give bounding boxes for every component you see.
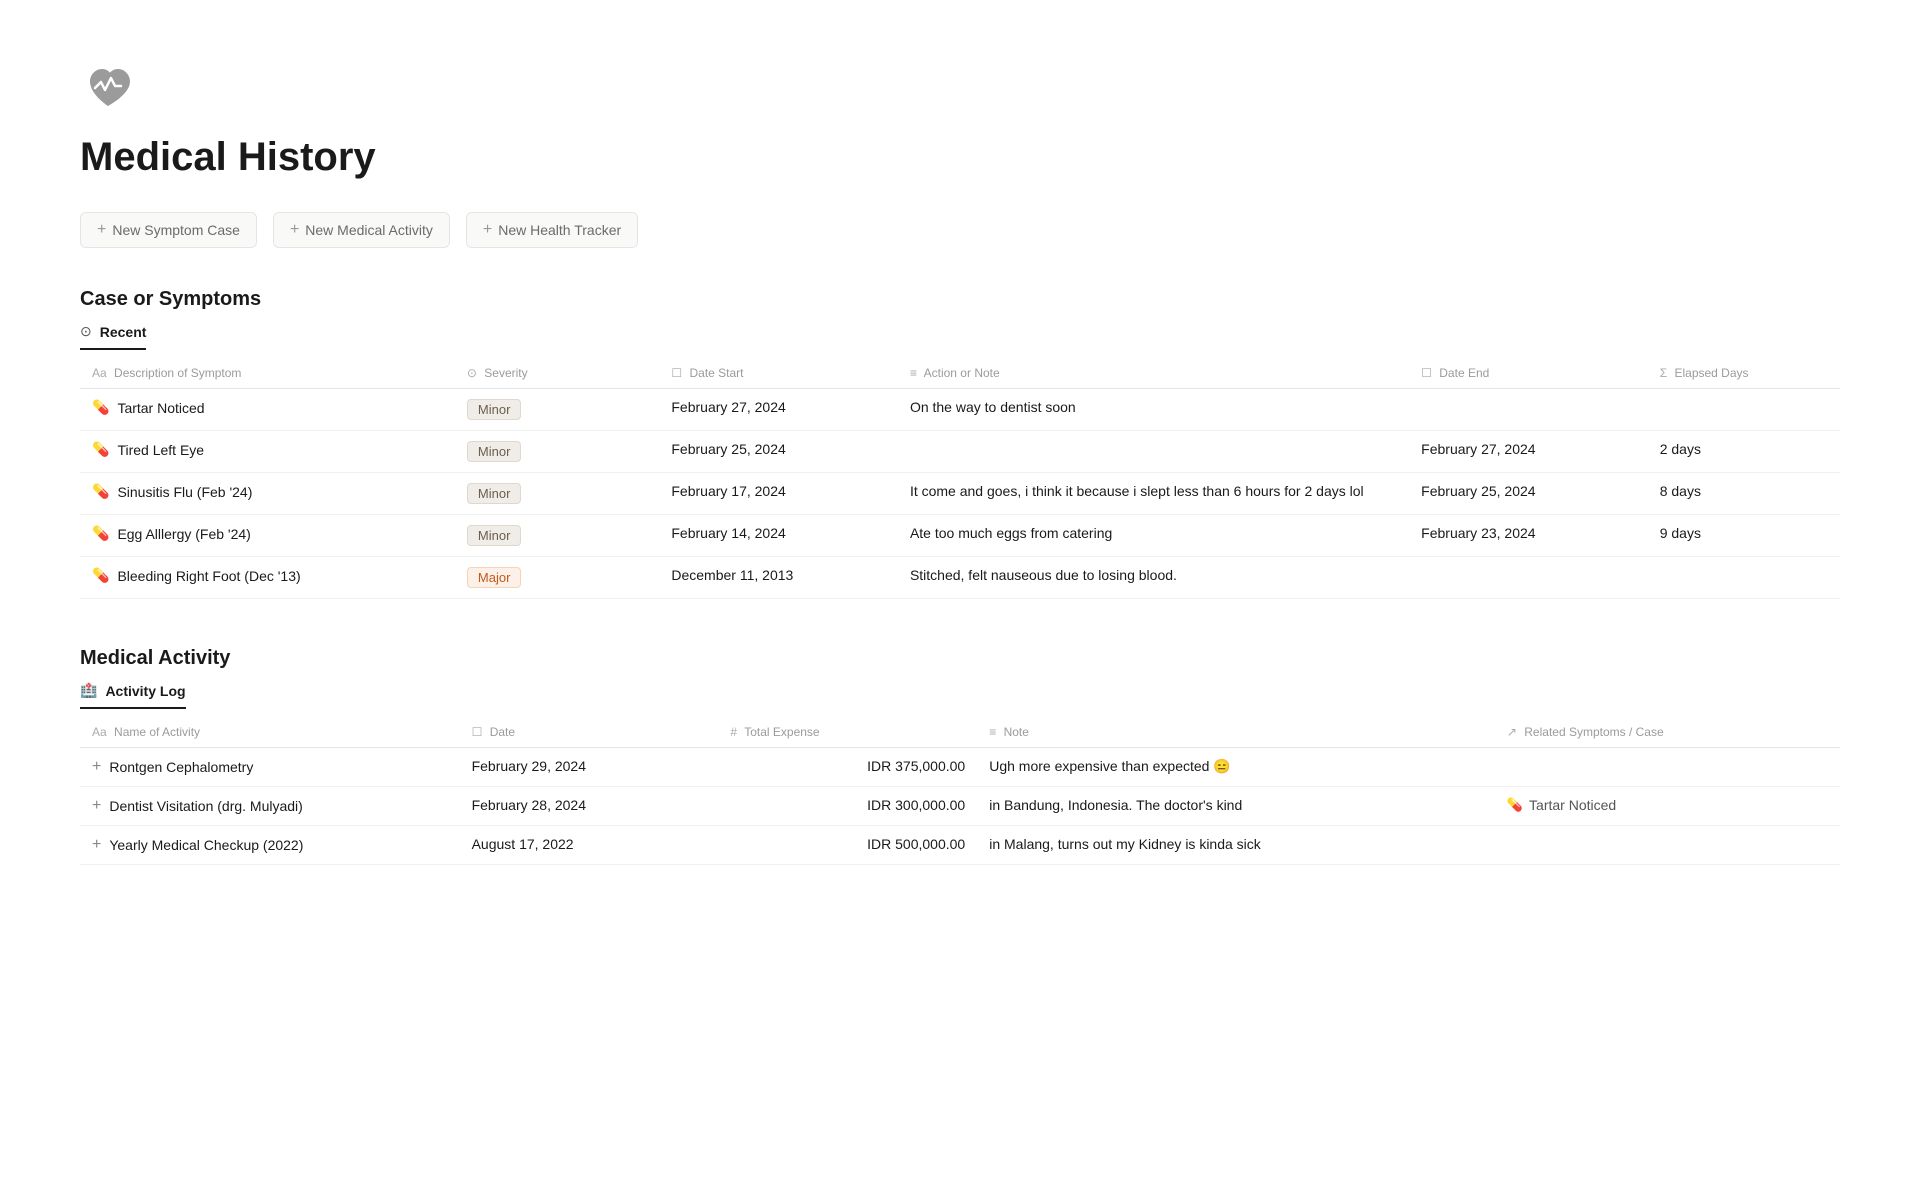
- bag-icon: 🏥: [80, 682, 97, 699]
- col-header-note: ≡ Note: [977, 717, 1495, 748]
- new-medical-activity-button[interactable]: + New Medical Activity: [273, 212, 450, 248]
- activity-related-cell: 💊 Tartar Noticed: [1495, 787, 1840, 826]
- activity-tab-log[interactable]: 🏥 Activity Log: [80, 682, 186, 709]
- plus-icon: +: [97, 221, 106, 239]
- activity-table-row[interactable]: + Dentist Visitation (drg. Mulyadi) Febr…: [80, 787, 1840, 826]
- activity-name: Yearly Medical Checkup (2022): [109, 837, 303, 853]
- activity-expense-cell: IDR 500,000.00: [718, 826, 977, 865]
- activity-table-row[interactable]: + Rontgen Cephalometry February 29, 2024…: [80, 748, 1840, 787]
- date-start-cell: February 25, 2024: [659, 431, 898, 473]
- elapsed-days-cell: 2 days: [1648, 431, 1840, 473]
- elapsed-days-cell: 9 days: [1648, 515, 1840, 557]
- symptoms-tab-label: Recent: [100, 324, 147, 340]
- date-end-cell: [1409, 389, 1648, 431]
- new-medical-activity-label: New Medical Activity: [305, 222, 433, 238]
- symptoms-section: Case or Symptoms ⊙ Recent Aa Description…: [80, 288, 1840, 599]
- severity-badge: Minor: [467, 399, 522, 420]
- col-header-action: ≡ Action or Note: [898, 358, 1409, 389]
- action-note-cell: It come and goes, i think it because i s…: [898, 473, 1409, 515]
- date-start-cell: February 14, 2024: [659, 515, 898, 557]
- actions-row: + New Symptom Case + New Medical Activit…: [80, 212, 1840, 248]
- activity-note-cell: in Malang, turns out my Kidney is kinda …: [977, 826, 1495, 865]
- header-icon: [80, 60, 1840, 135]
- page-title: Medical History: [80, 135, 1840, 180]
- date-end-cell: February 23, 2024: [1409, 515, 1648, 557]
- activity-name: Dentist Visitation (drg. Mulyadi): [109, 798, 302, 814]
- new-symptom-case-button[interactable]: + New Symptom Case: [80, 212, 257, 248]
- plus-icon: +: [290, 221, 299, 239]
- col-header-related: ↗ Related Symptoms / Case: [1495, 717, 1840, 748]
- activity-table: Aa Name of Activity ☐ Date # Total Expen…: [80, 717, 1840, 865]
- date-start-cell: December 11, 2013: [659, 557, 898, 599]
- col-header-datestart: ☐ Date Start: [659, 358, 898, 389]
- symptoms-table-row[interactable]: 💊 Bleeding Right Foot (Dec '13) Major De…: [80, 557, 1840, 599]
- symptoms-table-row[interactable]: 💊 Sinusitis Flu (Feb '24) Minor February…: [80, 473, 1840, 515]
- related-case-name: Tartar Noticed: [1529, 797, 1616, 813]
- action-note-cell: Ate too much eggs from catering: [898, 515, 1409, 557]
- symptom-icon: 💊: [92, 525, 109, 542]
- new-health-tracker-button[interactable]: + New Health Tracker: [466, 212, 638, 248]
- related-case-icon: 💊: [1507, 797, 1523, 813]
- activity-table-row[interactable]: + Yearly Medical Checkup (2022) August 1…: [80, 826, 1840, 865]
- date-start-cell: February 27, 2024: [659, 389, 898, 431]
- elapsed-days-cell: [1648, 389, 1840, 431]
- col-header-date: ☐ Date: [460, 717, 719, 748]
- elapsed-days-cell: [1648, 557, 1840, 599]
- elapsed-days-cell: 8 days: [1648, 473, 1840, 515]
- activity-section: Medical Activity 🏥 Activity Log Aa Name …: [80, 647, 1840, 865]
- clock-icon: ⊙: [80, 323, 92, 340]
- symptom-description: Tartar Noticed: [117, 400, 204, 416]
- activity-note-cell: Ugh more expensive than expected 😑: [977, 748, 1495, 787]
- action-note-cell: Stitched, felt nauseous due to losing bl…: [898, 557, 1409, 599]
- severity-badge: Minor: [467, 441, 522, 462]
- activity-icon: +: [92, 797, 101, 815]
- col-header-severity: ⊙ Severity: [455, 358, 659, 389]
- activity-icon: +: [92, 836, 101, 854]
- activity-section-title: Medical Activity: [80, 647, 1840, 670]
- severity-badge: Minor: [467, 525, 522, 546]
- activity-name: Rontgen Cephalometry: [109, 759, 253, 775]
- activity-date-cell: August 17, 2022: [460, 826, 719, 865]
- symptoms-table-row[interactable]: 💊 Tired Left Eye Minor February 25, 2024…: [80, 431, 1840, 473]
- action-note-cell: On the way to dentist soon: [898, 389, 1409, 431]
- symptom-description: Egg Alllergy (Feb '24): [117, 526, 250, 542]
- col-header-dateend: ☐ Date End: [1409, 358, 1648, 389]
- activity-icon: +: [92, 758, 101, 776]
- activity-note-cell: in Bandung, Indonesia. The doctor's kind: [977, 787, 1495, 826]
- symptom-icon: 💊: [92, 399, 109, 416]
- date-end-cell: February 25, 2024: [1409, 473, 1648, 515]
- activity-tab-label: Activity Log: [105, 683, 185, 699]
- col-header-description: Aa Description of Symptom: [80, 358, 455, 389]
- plus-icon: +: [483, 221, 492, 239]
- col-header-name: Aa Name of Activity: [80, 717, 460, 748]
- activity-date-cell: February 28, 2024: [460, 787, 719, 826]
- severity-badge: Minor: [467, 483, 522, 504]
- symptom-icon: 💊: [92, 483, 109, 500]
- date-end-cell: [1409, 557, 1648, 599]
- symptom-description: Tired Left Eye: [117, 442, 204, 458]
- symptoms-table: Aa Description of Symptom ⊙ Severity ☐ D…: [80, 358, 1840, 599]
- action-note-cell: [898, 431, 1409, 473]
- activity-date-cell: February 29, 2024: [460, 748, 719, 787]
- new-health-tracker-label: New Health Tracker: [498, 222, 621, 238]
- date-start-cell: February 17, 2024: [659, 473, 898, 515]
- activity-related-cell: [1495, 748, 1840, 787]
- activity-expense-cell: IDR 375,000.00: [718, 748, 977, 787]
- symptom-icon: 💊: [92, 441, 109, 458]
- symptoms-table-row[interactable]: 💊 Tartar Noticed Minor February 27, 2024…: [80, 389, 1840, 431]
- symptom-description: Sinusitis Flu (Feb '24): [117, 484, 252, 500]
- symptom-icon: 💊: [92, 567, 109, 584]
- date-end-cell: February 27, 2024: [1409, 431, 1648, 473]
- activity-related-cell: [1495, 826, 1840, 865]
- activity-expense-cell: IDR 300,000.00: [718, 787, 977, 826]
- col-header-expense: # Total Expense: [718, 717, 977, 748]
- symptom-description: Bleeding Right Foot (Dec '13): [117, 568, 300, 584]
- col-header-elapsed: Σ Elapsed Days: [1648, 358, 1840, 389]
- symptoms-tab-recent[interactable]: ⊙ Recent: [80, 323, 146, 350]
- symptoms-table-row[interactable]: 💊 Egg Alllergy (Feb '24) Minor February …: [80, 515, 1840, 557]
- severity-badge: Major: [467, 567, 522, 588]
- new-symptom-case-label: New Symptom Case: [112, 222, 240, 238]
- symptoms-section-title: Case or Symptoms: [80, 288, 1840, 311]
